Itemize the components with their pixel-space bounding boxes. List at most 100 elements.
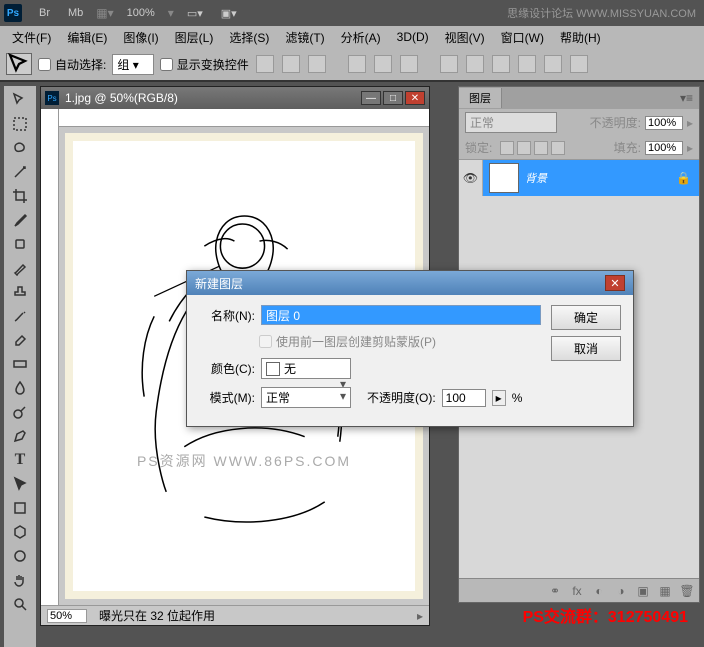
blur-tool[interactable] (8, 377, 32, 399)
align-icon[interactable] (348, 55, 366, 73)
distribute-icon[interactable] (518, 55, 536, 73)
menu-3d[interactable]: 3D(D) (389, 28, 437, 46)
align-icon[interactable] (374, 55, 392, 73)
zoom-display[interactable]: 100% (120, 4, 162, 22)
menu-view[interactable]: 视图(V) (437, 27, 493, 48)
color-select[interactable]: 无 (261, 358, 351, 379)
menu-help[interactable]: 帮助(H) (552, 27, 609, 48)
blend-mode-select[interactable]: 正常 (465, 112, 557, 133)
wand-tool[interactable] (8, 161, 32, 183)
new-layer-icon[interactable]: ▦ (657, 583, 673, 599)
lock-pixels-icon[interactable] (517, 141, 531, 155)
lock-all-icon[interactable] (551, 141, 565, 155)
link-layers-icon[interactable]: ⚭ (547, 583, 563, 599)
delete-icon[interactable]: 🗑 (679, 583, 695, 599)
history-brush-tool[interactable] (8, 305, 32, 327)
opacity-stepper-icon[interactable]: ▸ (492, 390, 506, 406)
menu-filter[interactable]: 滤镜(T) (277, 27, 332, 48)
3d-camera-tool[interactable] (8, 545, 32, 567)
layers-tab[interactable]: 图层 (459, 88, 502, 108)
distribute-icon[interactable] (544, 55, 562, 73)
brush-tool[interactable] (8, 257, 32, 279)
align-icon[interactable] (308, 55, 326, 73)
title-sep: ▦▾ (96, 6, 113, 20)
gradient-tool[interactable] (8, 353, 32, 375)
view-extras-icon[interactable]: ▭▾ (180, 4, 210, 23)
layer-row-background[interactable]: 👁 背景 🔒 (459, 160, 699, 196)
hand-tool[interactable] (8, 569, 32, 591)
visibility-icon[interactable]: 👁 (459, 160, 483, 196)
fill-input[interactable] (645, 141, 683, 155)
ruler-horizontal[interactable] (59, 109, 429, 127)
lasso-tool[interactable] (8, 137, 32, 159)
show-transform-check[interactable]: 显示变换控件 (160, 56, 249, 73)
close-button[interactable]: ✕ (405, 91, 425, 105)
auto-select-check[interactable]: 自动选择: (38, 56, 106, 73)
move-tool-preset[interactable] (6, 53, 32, 75)
marquee-tool[interactable] (8, 113, 32, 135)
menu-select[interactable]: 选择(S) (221, 27, 277, 48)
layer-name[interactable]: 背景 (525, 170, 547, 186)
eraser-tool[interactable] (8, 329, 32, 351)
distribute-icon[interactable] (466, 55, 484, 73)
opacity-input[interactable] (645, 116, 683, 130)
lock-transparency-icon[interactable] (500, 141, 514, 155)
menu-image[interactable]: 图像(I) (115, 27, 166, 48)
menu-layer[interactable]: 图层(L) (167, 27, 222, 48)
mode-select[interactable]: 正常 (261, 387, 351, 408)
distribute-icon[interactable] (440, 55, 458, 73)
ok-button[interactable]: 确定 (551, 305, 621, 330)
menu-edit[interactable]: 编辑(E) (59, 27, 115, 48)
minibridge-button[interactable]: Mb (61, 4, 90, 22)
align-icon[interactable] (400, 55, 418, 73)
status-menu-icon[interactable]: ▸ (417, 609, 423, 623)
shape-tool[interactable] (8, 497, 32, 519)
crop-tool[interactable] (8, 185, 32, 207)
zoom-input[interactable] (47, 609, 87, 623)
align-icon[interactable] (256, 55, 274, 73)
opacity-flyout-icon[interactable]: ▸ (687, 116, 693, 130)
panel-menu-icon[interactable]: ▾≡ (674, 91, 699, 105)
ruler-vertical[interactable] (41, 109, 59, 605)
dlg-opacity-input[interactable] (442, 389, 486, 407)
mask-icon[interactable]: ◐ (591, 583, 607, 599)
doc-titlebar[interactable]: Ps 1.jpg @ 50%(RGB/8) — □ ✕ (41, 87, 429, 109)
3d-tool[interactable] (8, 521, 32, 543)
dodge-tool[interactable] (8, 401, 32, 423)
maximize-button[interactable]: □ (383, 91, 403, 105)
heal-tool[interactable] (8, 233, 32, 255)
layer-thumbnail[interactable] (489, 163, 519, 193)
move-tool[interactable] (8, 89, 32, 111)
menu-file[interactable]: 文件(F) (4, 27, 59, 48)
stamp-tool[interactable] (8, 281, 32, 303)
dialog-titlebar[interactable]: 新建图层 ✕ (187, 271, 633, 295)
distribute-icon[interactable] (570, 55, 588, 73)
minimize-button[interactable]: — (361, 91, 381, 105)
screen-mode-icon[interactable]: ▣▾ (214, 4, 244, 23)
type-tool[interactable]: T (8, 449, 32, 471)
eyedropper-tool[interactable] (8, 209, 32, 231)
dialog-close-button[interactable]: ✕ (605, 275, 625, 291)
menu-analysis[interactable]: 分析(A) (333, 27, 389, 48)
adjustment-icon[interactable]: ◑ (613, 583, 629, 599)
group-icon[interactable]: ▣ (635, 583, 651, 599)
zoom-tool[interactable] (8, 593, 32, 615)
lock-icon[interactable]: 🔒 (676, 171, 691, 185)
promo-text: PS交流群：312750491 (523, 603, 688, 627)
cancel-button[interactable]: 取消 (551, 336, 621, 361)
auto-select-target[interactable]: 组 ▾ (112, 54, 153, 75)
layer-name-input[interactable] (261, 305, 541, 325)
align-icon[interactable] (282, 55, 300, 73)
distribute-icon[interactable] (492, 55, 510, 73)
lock-position-icon[interactable] (534, 141, 548, 155)
menu-window[interactable]: 窗口(W) (493, 27, 552, 48)
mode-label: 模式(M): (199, 389, 255, 406)
pen-tool[interactable] (8, 425, 32, 447)
color-label: 颜色(C): (199, 360, 255, 377)
fx-icon[interactable]: fx (569, 583, 585, 599)
doc-title-text: 1.jpg @ 50%(RGB/8) (65, 91, 178, 105)
fill-flyout-icon[interactable]: ▸ (687, 141, 693, 155)
path-select-tool[interactable] (8, 473, 32, 495)
bridge-button[interactable]: Br (32, 4, 57, 22)
fill-label: 填充: (614, 139, 641, 156)
